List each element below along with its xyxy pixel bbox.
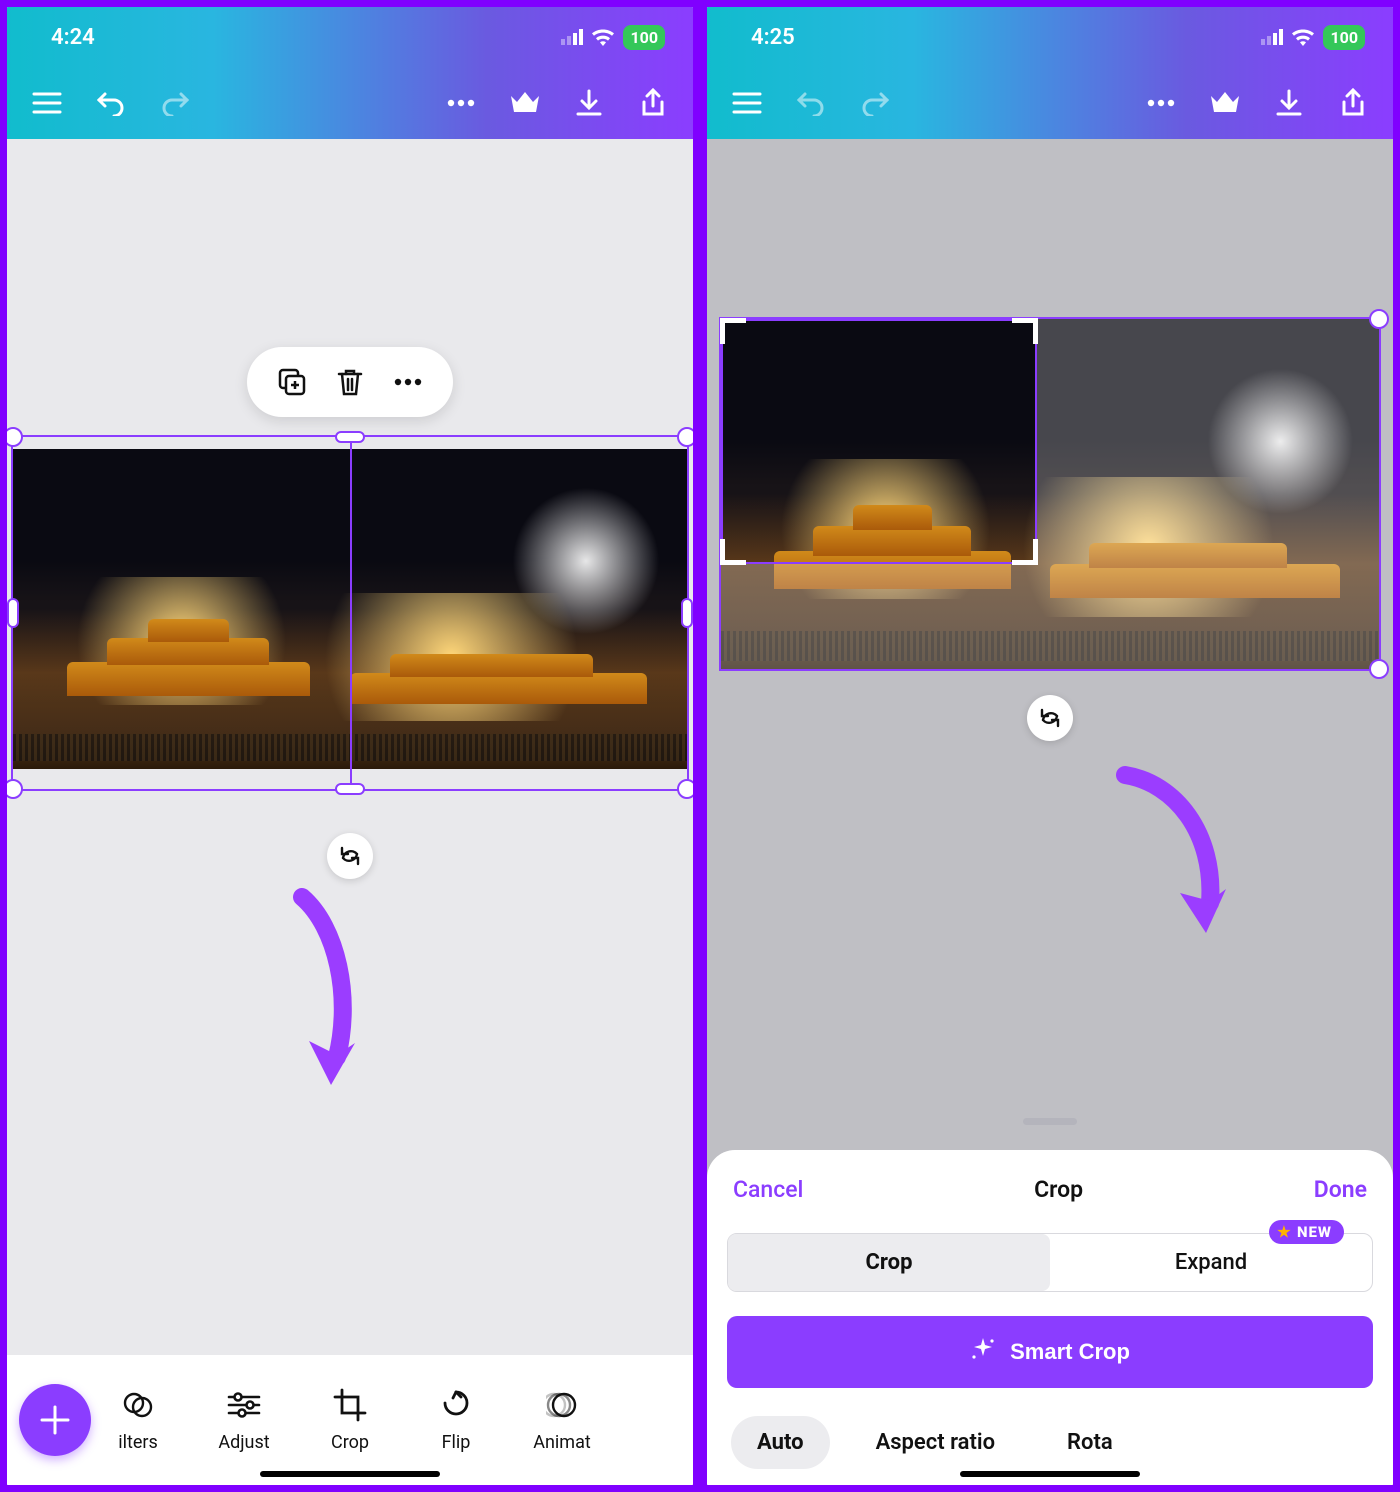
adjust-icon bbox=[227, 1388, 261, 1422]
wifi-icon bbox=[591, 28, 615, 46]
app-bar bbox=[707, 67, 1393, 139]
phone-left: 4:24 100 bbox=[4, 4, 696, 1488]
sheet-grabber[interactable] bbox=[1023, 1118, 1077, 1125]
tool-label: Flip bbox=[442, 1432, 471, 1453]
home-indicator bbox=[960, 1471, 1140, 1477]
home-indicator bbox=[260, 1471, 440, 1477]
filters-icon bbox=[121, 1388, 155, 1422]
wifi-icon bbox=[1291, 28, 1315, 46]
redo-icon[interactable] bbox=[157, 85, 193, 121]
menu-icon[interactable] bbox=[729, 85, 765, 121]
smart-crop-label: Smart Crop bbox=[1010, 1339, 1130, 1365]
done-button[interactable]: Done bbox=[1314, 1176, 1367, 1203]
rotate-button[interactable] bbox=[1027, 695, 1073, 741]
signal-icon bbox=[1261, 29, 1283, 45]
battery-indicator: 100 bbox=[623, 25, 665, 50]
signal-icon bbox=[561, 29, 583, 45]
tool-scroll[interactable]: ilters Adjust Crop Flip bbox=[103, 1388, 681, 1453]
handle-left[interactable] bbox=[7, 598, 19, 628]
chip-auto[interactable]: Auto bbox=[731, 1416, 830, 1469]
more-icon[interactable] bbox=[443, 85, 479, 121]
guide-vertical bbox=[350, 437, 352, 789]
crop-corner-tl[interactable] bbox=[720, 318, 746, 344]
handle-tr[interactable] bbox=[677, 427, 696, 447]
tool-label: Animat bbox=[533, 1432, 591, 1453]
trash-icon[interactable] bbox=[333, 365, 367, 399]
selection-box[interactable] bbox=[11, 435, 689, 791]
crop-icon bbox=[333, 1388, 367, 1422]
share-icon[interactable] bbox=[1335, 85, 1371, 121]
handle-right[interactable] bbox=[681, 598, 693, 628]
sheet-header: Cancel Crop Done bbox=[727, 1176, 1373, 1203]
share-icon[interactable] bbox=[635, 85, 671, 121]
chip-row[interactable]: Auto Aspect ratio Rota bbox=[727, 1416, 1373, 1469]
crop-corner-tr[interactable] bbox=[1012, 318, 1038, 344]
sparkle-icon bbox=[970, 1336, 996, 1368]
download-icon[interactable] bbox=[571, 85, 607, 121]
tool-filters[interactable]: ilters bbox=[103, 1388, 173, 1453]
status-time: 4:24 bbox=[51, 25, 95, 50]
crop-corner-bl[interactable] bbox=[720, 539, 746, 565]
header-gradient-left: 4:24 100 bbox=[7, 7, 693, 139]
status-bar: 4:25 100 bbox=[707, 7, 1393, 67]
tool-flip[interactable]: Flip bbox=[421, 1388, 491, 1453]
animate-icon bbox=[545, 1388, 579, 1422]
crop-corner-br[interactable] bbox=[1012, 539, 1038, 565]
crown-icon[interactable] bbox=[1207, 85, 1243, 121]
battery-indicator: 100 bbox=[1323, 25, 1365, 50]
handle-tl[interactable] bbox=[4, 427, 23, 447]
flip-icon bbox=[439, 1388, 473, 1422]
crown-icon[interactable] bbox=[507, 85, 543, 121]
status-bar: 4:24 100 bbox=[7, 7, 693, 67]
status-right: 100 bbox=[561, 25, 665, 50]
header-gradient-right: 4:25 100 bbox=[707, 7, 1393, 139]
seg-crop[interactable]: Crop bbox=[728, 1234, 1050, 1291]
new-badge: NEW bbox=[1269, 1220, 1344, 1244]
handle-br[interactable] bbox=[677, 779, 696, 799]
tool-label: Adjust bbox=[218, 1432, 269, 1453]
crop-outer-box[interactable] bbox=[719, 317, 1381, 671]
crop-sheet: Cancel Crop Done Crop Expand NEW Smart C… bbox=[707, 1150, 1393, 1485]
crop-expand-segment: Crop Expand NEW bbox=[727, 1233, 1373, 1292]
canvas-area-right[interactable]: Cancel Crop Done Crop Expand NEW Smart C… bbox=[707, 139, 1393, 1485]
float-actions bbox=[247, 347, 453, 417]
phone-right: 4:25 100 bbox=[704, 4, 1396, 1488]
tool-label: ilters bbox=[118, 1432, 158, 1453]
duplicate-icon[interactable] bbox=[275, 365, 309, 399]
crop-dim-bottom bbox=[721, 564, 1037, 669]
rotate-button[interactable] bbox=[327, 833, 373, 879]
tool-label: Crop bbox=[331, 1432, 369, 1453]
tool-strip: ilters Adjust Crop Flip bbox=[7, 1355, 693, 1485]
cancel-button[interactable]: Cancel bbox=[733, 1176, 803, 1203]
crop-dim-right bbox=[1037, 319, 1379, 669]
undo-icon[interactable] bbox=[793, 85, 829, 121]
add-fab[interactable] bbox=[19, 1384, 91, 1456]
arrow-annotation bbox=[277, 887, 387, 1091]
undo-icon[interactable] bbox=[93, 85, 129, 121]
arrow-annotation bbox=[1115, 763, 1245, 947]
tool-adjust[interactable]: Adjust bbox=[209, 1388, 279, 1453]
chip-rotate[interactable]: Rota bbox=[1041, 1416, 1139, 1469]
outer-handle-tr[interactable] bbox=[1369, 309, 1389, 329]
redo-icon[interactable] bbox=[857, 85, 893, 121]
chip-aspect[interactable]: Aspect ratio bbox=[850, 1416, 1021, 1469]
handle-bottom[interactable] bbox=[335, 783, 365, 795]
handle-bl[interactable] bbox=[4, 779, 23, 799]
tool-animate[interactable]: Animat bbox=[527, 1388, 597, 1453]
sheet-title: Crop bbox=[1034, 1176, 1083, 1203]
outer-handle-br[interactable] bbox=[1369, 659, 1389, 679]
tool-crop[interactable]: Crop bbox=[315, 1388, 385, 1453]
status-time: 4:25 bbox=[751, 25, 795, 50]
handle-top[interactable] bbox=[335, 431, 365, 443]
menu-icon[interactable] bbox=[29, 85, 65, 121]
more-dots-icon[interactable] bbox=[391, 365, 425, 399]
crop-inner-box[interactable] bbox=[721, 319, 1037, 564]
more-icon[interactable] bbox=[1143, 85, 1179, 121]
canvas-area-left[interactable] bbox=[7, 139, 693, 1355]
status-right: 100 bbox=[1261, 25, 1365, 50]
smart-crop-button[interactable]: Smart Crop bbox=[727, 1316, 1373, 1388]
download-icon[interactable] bbox=[1271, 85, 1307, 121]
app-bar bbox=[7, 67, 693, 139]
